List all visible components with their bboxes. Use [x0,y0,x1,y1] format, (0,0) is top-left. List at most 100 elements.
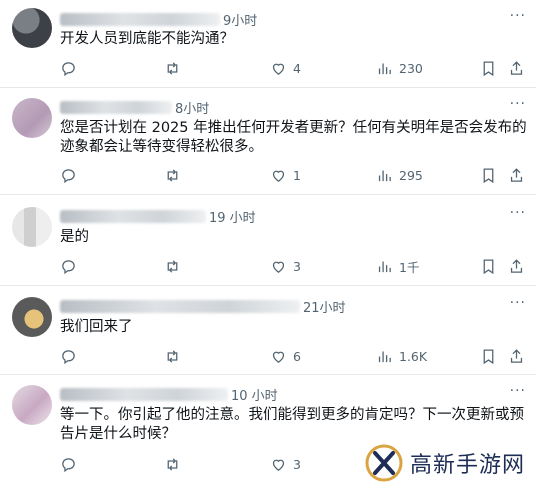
bookmark-button[interactable] [480,165,503,185]
retweet-icon [167,168,178,182]
reply-post[interactable]: 9小时 ··· 开发人员到底能不能沟通？ 4 230 [0,0,536,88]
views-button[interactable]: 1.6K [376,346,427,366]
retweet-button[interactable] [164,454,187,474]
bookmark-icon [483,348,494,364]
reply-button[interactable] [60,58,83,78]
like-button[interactable]: 4 [270,58,301,78]
post-header: 9小时 [60,10,257,29]
like-button[interactable]: 3 [270,454,301,474]
reply-feed: 9小时 ··· 开发人员到底能不能沟通？ 4 230 8小时 ··· 您是否计划… [0,0,536,489]
views-button[interactable]: 230 [376,58,423,78]
avatar[interactable] [12,98,52,138]
post-text: 是的 [60,229,89,245]
retweet-icon [167,457,178,471]
share-button[interactable] [508,346,531,366]
reply-button[interactable] [60,256,83,276]
views-button[interactable]: 295 [376,165,423,185]
like-count: 3 [293,456,301,472]
retweet-button[interactable] [164,346,187,366]
reply-icon [62,349,75,364]
avatar[interactable] [12,8,52,48]
post-header: 10 小时 [60,385,278,404]
post-time[interactable]: 9小时 [223,10,257,29]
view-count: 230 [399,60,423,76]
bookmark-icon [483,60,494,76]
like-button[interactable]: 6 [270,346,301,366]
post-time[interactable]: 19 小时 [209,207,256,226]
views-chart-icon [378,261,391,272]
like-count: 3 [293,258,301,274]
bookmark-button[interactable] [480,346,503,366]
retweet-button[interactable] [164,256,187,276]
reply-icon [62,457,75,472]
retweet-icon [167,349,178,363]
reply-icon [62,61,75,76]
retweet-button[interactable] [164,165,187,185]
share-button[interactable] [508,58,531,78]
views-chart-icon [378,170,391,181]
post-text: 我们回来了 [60,319,133,335]
bookmark-icon [483,258,494,274]
post-actions: 3 1千 [60,256,530,276]
bookmark-button[interactable] [480,58,503,78]
like-count: 4 [293,60,301,76]
more-options-icon[interactable]: ··· [510,295,526,311]
reply-icon [62,168,75,183]
post-actions: 4 230 [60,58,530,78]
share-icon [510,60,523,75]
blurred-username [60,387,228,401]
blurred-username [60,209,206,223]
reply-button[interactable] [60,454,83,474]
heart-icon [272,261,285,273]
more-options-icon[interactable]: ··· [510,205,526,221]
avatar[interactable] [12,385,52,425]
share-button[interactable] [508,256,531,276]
share-button[interactable] [508,165,531,185]
views-button[interactable]: 1千 [376,256,419,276]
avatar[interactable] [12,297,52,337]
reply-post[interactable]: 21小时 ··· 我们回来了 6 1.6K [0,286,536,375]
reply-icon [62,259,75,274]
heart-icon [272,170,285,182]
share-icon [510,167,523,182]
views-chart-icon [378,351,391,362]
avatar[interactable] [12,207,52,247]
bookmark-icon [483,167,494,183]
like-count: 6 [293,348,301,364]
view-count: 1.6K [399,348,428,364]
retweet-icon [167,259,178,273]
retweet-icon [167,61,178,75]
post-header: 8小时 [60,98,209,117]
post-header: 19 小时 [60,207,256,226]
post-actions: 6 1.6K [60,346,530,366]
retweet-button[interactable] [164,58,187,78]
reply-button[interactable] [60,346,83,366]
blurred-username [60,100,172,114]
reply-post[interactable]: 8小时 ··· 您是否计划在 2025 年推出任何开发者更新？任何有关明年是否会… [0,88,536,195]
post-header: 21小时 [60,297,346,316]
share-icon [510,258,523,273]
like-count: 1 [293,167,301,183]
reply-button[interactable] [60,165,83,185]
heart-icon [272,351,285,363]
post-text: 开发人员到底能不能沟通？ [60,31,234,47]
post-time[interactable]: 21小时 [303,297,346,316]
more-options-icon[interactable]: ··· [510,8,526,24]
like-button[interactable]: 1 [270,165,301,185]
heart-icon [272,63,285,75]
more-options-icon[interactable]: ··· [510,96,526,112]
like-button[interactable]: 3 [270,256,301,276]
post-time[interactable]: 10 小时 [231,385,278,404]
post-time[interactable]: 8小时 [175,98,209,117]
post-text: 您是否计划在 2025 年推出任何开发者更新？任何有关明年是否会发布的迹象都会让… [60,120,527,155]
heart-icon [272,459,285,471]
reply-post[interactable]: 19 小时 ··· 是的 3 1千 [0,195,536,286]
views-chart-icon [378,63,391,74]
blurred-username [60,299,300,313]
watermark-logo-icon [365,444,403,482]
site-watermark: 高新手游网 [360,437,536,489]
post-actions: 1 295 [60,165,530,185]
more-options-icon[interactable]: ··· [510,383,526,399]
bookmark-button[interactable] [480,256,503,276]
view-count: 1千 [399,259,420,275]
